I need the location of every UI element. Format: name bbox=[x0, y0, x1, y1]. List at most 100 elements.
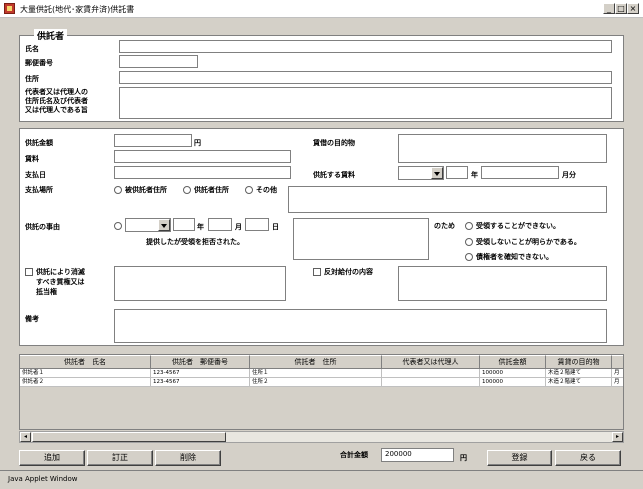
reason-year-unit: 年 bbox=[197, 223, 204, 231]
remarks-label: 備考 bbox=[25, 315, 39, 323]
table-cell[interactable]: 月 bbox=[612, 369, 623, 378]
reason-option-cannot-receive: 受領することができない。 bbox=[476, 222, 560, 230]
payplace-radio-depositor[interactable] bbox=[183, 186, 191, 194]
reason-radio-cannot-receive[interactable] bbox=[465, 222, 473, 230]
table-cell[interactable]: 供託者２ bbox=[20, 378, 151, 387]
table-cell[interactable]: 住所１ bbox=[250, 369, 382, 378]
reason-month-unit: 月 bbox=[235, 223, 242, 231]
rep-label-line3: 又は代理人である旨 bbox=[25, 106, 88, 114]
payplace-other-textarea[interactable] bbox=[288, 186, 607, 213]
table-cell[interactable] bbox=[382, 378, 480, 387]
table-cell[interactable]: 月 bbox=[612, 378, 623, 387]
app-icon bbox=[4, 3, 15, 14]
reason-radio-refused[interactable] bbox=[114, 222, 122, 230]
table-row[interactable]: 供託者１ 123-4567 住所１ 100000 木造２階建て 月 bbox=[20, 369, 623, 378]
reason-option-unknown-creditor: 債権者を確知できない。 bbox=[476, 253, 553, 261]
scroll-left-icon[interactable]: ◂ bbox=[20, 432, 31, 442]
counter-checkbox[interactable] bbox=[313, 268, 321, 276]
extinguish-textarea[interactable] bbox=[114, 266, 286, 301]
amount-label: 供託金額 bbox=[25, 139, 53, 147]
rent-label: 賃料 bbox=[25, 155, 39, 163]
horizontal-scrollbar[interactable]: ◂ ▸ bbox=[19, 431, 624, 443]
table-cell[interactable]: 100000 bbox=[480, 369, 546, 378]
reason-era-select[interactable] bbox=[125, 218, 171, 232]
column-header[interactable]: 賃貸の目的物 bbox=[546, 355, 612, 369]
reason-label: 供託の事由 bbox=[25, 223, 60, 231]
table-cell[interactable]: 123-4567 bbox=[151, 369, 250, 378]
minimize-button[interactable]: _ bbox=[603, 3, 615, 14]
name-label: 氏名 bbox=[25, 45, 39, 53]
table-cell[interactable]: 木造２階建て bbox=[546, 378, 612, 387]
status-text: Java Applet Window bbox=[8, 475, 78, 483]
address-input[interactable] bbox=[119, 71, 612, 84]
rent-month-input[interactable] bbox=[481, 166, 559, 179]
table-cell[interactable]: 123-4567 bbox=[151, 378, 250, 387]
extinguish-label-line1: 供託により消滅 bbox=[36, 268, 85, 276]
extinguish-label-line3: 抵当権 bbox=[36, 288, 57, 296]
chevron-down-icon[interactable] bbox=[158, 219, 170, 231]
scroll-thumb[interactable] bbox=[32, 432, 226, 442]
delete-button[interactable]: 削除 bbox=[155, 450, 221, 466]
scroll-right-icon[interactable]: ▸ bbox=[612, 432, 623, 442]
edit-button[interactable]: 訂正 bbox=[87, 450, 153, 466]
chevron-down-icon[interactable] bbox=[431, 167, 443, 179]
status-bar: Java Applet Window bbox=[0, 470, 643, 489]
lease-object-label: 賃借の目的物 bbox=[313, 139, 355, 147]
maximize-button[interactable]: □ bbox=[615, 3, 627, 14]
address-label: 住所 bbox=[25, 75, 39, 83]
reason-because-text: のため bbox=[434, 222, 455, 230]
table-cell[interactable]: 住所２ bbox=[250, 378, 382, 387]
table-cell[interactable]: 100000 bbox=[480, 378, 546, 387]
rent-year-unit: 年 bbox=[471, 171, 478, 179]
table-cell[interactable]: 供託者１ bbox=[20, 369, 151, 378]
name-input[interactable] bbox=[119, 40, 612, 53]
rent-period-label: 供託する賃料 bbox=[313, 171, 355, 179]
payplace-option-other: その他 bbox=[256, 186, 277, 194]
total-amount-field[interactable]: 200000 bbox=[381, 448, 454, 462]
table-cell[interactable]: 木造２階建て bbox=[546, 369, 612, 378]
column-header[interactable]: 供託者 氏名 bbox=[20, 355, 151, 369]
column-header[interactable]: 供託金額 bbox=[480, 355, 546, 369]
column-header[interactable]: 供託者 郵便番号 bbox=[151, 355, 250, 369]
add-button[interactable]: 追加 bbox=[19, 450, 85, 466]
reason-radio-unknown-creditor[interactable] bbox=[465, 253, 473, 261]
reason-month-input[interactable] bbox=[208, 218, 232, 231]
postal-input[interactable] bbox=[119, 55, 198, 68]
counter-label: 反対給付の内容 bbox=[324, 268, 373, 276]
reason-radio-will-not-receive[interactable] bbox=[465, 238, 473, 246]
total-label: 合計金額 bbox=[340, 451, 368, 459]
rent-year-input[interactable] bbox=[446, 166, 468, 179]
back-button[interactable]: 戻る bbox=[555, 450, 621, 466]
table-header: 供託者 氏名 供託者 郵便番号 供託者 住所 代表者又は代理人 供託金額 賃貸の… bbox=[20, 355, 623, 369]
table-row[interactable]: 供託者２ 123-4567 住所２ 100000 木造２階建て 月 bbox=[20, 378, 623, 387]
lease-object-textarea[interactable] bbox=[398, 134, 607, 163]
extinguish-checkbox[interactable] bbox=[25, 268, 33, 276]
close-button[interactable]: × bbox=[627, 3, 639, 14]
extinguish-label-line2: すべき質権又は bbox=[36, 278, 85, 286]
title-bar: 大量供託(地代･家賃弁済)供託書 _ □ × bbox=[0, 0, 643, 18]
reason-option-will-not-receive: 受領しないことが明らかである。 bbox=[476, 238, 581, 246]
column-header[interactable]: 代表者又は代理人 bbox=[382, 355, 480, 369]
postal-label: 郵便番号 bbox=[25, 59, 53, 67]
total-unit: 円 bbox=[460, 454, 467, 462]
register-button[interactable]: 登録 bbox=[487, 450, 552, 466]
reason-day-unit: 日 bbox=[272, 223, 279, 231]
reason-detail-textarea[interactable] bbox=[293, 218, 429, 260]
representative-textarea[interactable] bbox=[119, 87, 612, 119]
amount-input[interactable] bbox=[114, 134, 192, 147]
column-header-filler bbox=[612, 355, 623, 369]
payplace-radio-other[interactable] bbox=[245, 186, 253, 194]
rent-input[interactable] bbox=[114, 150, 291, 163]
counter-textarea[interactable] bbox=[398, 266, 607, 301]
table-cell[interactable] bbox=[382, 369, 480, 378]
payplace-radio-depositee[interactable] bbox=[114, 186, 122, 194]
payday-input[interactable] bbox=[114, 166, 291, 179]
reason-day-input[interactable] bbox=[245, 218, 269, 231]
rep-label-line1: 代表者又は代理人の bbox=[25, 88, 88, 96]
payplace-option-depositor: 供託者住所 bbox=[194, 186, 229, 194]
era-select[interactable] bbox=[398, 166, 444, 180]
remarks-textarea[interactable] bbox=[114, 309, 607, 343]
column-header[interactable]: 供託者 住所 bbox=[250, 355, 382, 369]
window-title: 大量供託(地代･家賃弁済)供託書 bbox=[20, 5, 135, 14]
reason-year-input[interactable] bbox=[173, 218, 195, 231]
